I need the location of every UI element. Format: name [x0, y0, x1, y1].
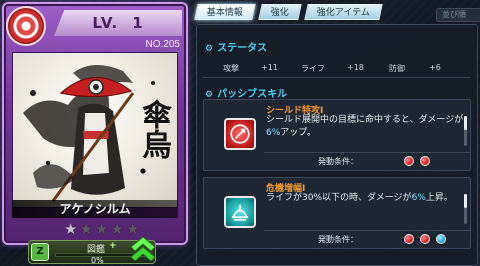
skill-condition: 発動条件：: [264, 230, 470, 246]
shield-strike-icon: [224, 118, 256, 150]
skill-description: ライフが30%以下の時、ダメージが6%上昇。: [266, 192, 466, 205]
status-heading-text: ステータス: [217, 43, 268, 54]
skill-desc-text: 上昇。: [425, 193, 453, 203]
skill-scrollbar[interactable]: [464, 194, 467, 224]
skill-desc-text: ライフが30%以下の時、ダメージが: [266, 193, 412, 203]
star-icon: ★: [79, 220, 93, 238]
stat-attack-label: 攻撃: [223, 64, 239, 73]
calligraphy-top: 傘: [136, 99, 171, 129]
skill-scrollbar[interactable]: [464, 116, 467, 146]
card-level: LV. 1: [54, 10, 182, 36]
passive-heading: ⚙ パッシブスキル: [205, 85, 287, 100]
red-orb-icon: [420, 234, 430, 244]
blue-orb-icon: [436, 234, 446, 244]
detail-panel: ⚙ ステータス 攻撃 +11 ライフ +18 防御 +6 ⚙ パッシブスキル シール…: [196, 24, 478, 266]
skill-desc-highlight: 6%: [411, 193, 426, 203]
calligraphy-bottom: 烏: [136, 129, 171, 159]
collection-button[interactable]: Z 図鑑 + 0%: [28, 236, 156, 265]
tab-label: 強化: [270, 8, 289, 18]
card-number: NO.205: [145, 39, 180, 50]
stat-attack-value: +11: [261, 63, 278, 72]
stat-defense-value: +6: [429, 63, 441, 72]
status-heading: ⚙ ステータス: [205, 39, 267, 54]
level-label: LV.: [92, 14, 119, 32]
star-icon: ★: [110, 220, 124, 238]
skill-condition: 発動条件：: [264, 152, 470, 168]
tab-label: 強化アイテム: [316, 8, 370, 18]
skill-desc-text: アップ。: [280, 128, 317, 138]
card-calligraphy: 傘烏: [135, 99, 171, 159]
tab-bar: 基本情報 強化 強化アイテム: [194, 4, 383, 20]
sort-order-button[interactable]: 並び順: [436, 8, 480, 22]
scroll-thumb[interactable]: [464, 194, 467, 208]
character-art: 傘烏: [12, 52, 178, 208]
character-card[interactable]: LV. 1 NO.205 傘烏 アケノシルム ★ ★ ★ ★ ★: [2, 2, 188, 245]
tab-basic-info[interactable]: 基本情報: [194, 4, 256, 20]
divider: [203, 77, 471, 78]
crisis-boost-icon: [224, 196, 256, 228]
condition-label: 発動条件：: [318, 157, 358, 166]
scroll-thumb[interactable]: [464, 116, 467, 130]
level-value: 1: [132, 14, 144, 32]
red-orb-icon: [404, 156, 414, 166]
character-name: アケノシルム: [12, 200, 178, 218]
shield-strike-glyph: [230, 124, 250, 144]
tab-enhance[interactable]: 強化: [258, 4, 302, 20]
gear-icon: ⚙: [205, 44, 214, 54]
red-orb-icon: [420, 156, 430, 166]
red-orb-icon: [404, 234, 414, 244]
stat-life-value: +18: [347, 63, 364, 72]
stat-life-label: ライフ: [301, 64, 325, 73]
skill-description: シールド展開中の目標に命中すると、ダメージが 6%アップ。: [266, 114, 466, 140]
collection-percent: 0%: [91, 256, 104, 265]
element-emblem-icon: [6, 6, 46, 46]
passive-skill-card[interactable]: 危機増幅Ⅰ ライフが30%以下の時、ダメージが6%上昇。 発動条件：: [203, 177, 471, 249]
level-up-chevrons-icon: [130, 236, 156, 261]
tab-enhance-items[interactable]: 強化アイテム: [304, 4, 383, 20]
condition-label: 発動条件：: [318, 235, 358, 244]
tab-label: 基本情報: [206, 8, 243, 18]
skill-desc-text: シールド展開中の目標に命中すると、ダメージが: [266, 115, 464, 125]
skill-desc-highlight: 6%: [266, 128, 281, 138]
star-icon: ★: [64, 220, 78, 238]
star-icon: ★: [94, 220, 109, 238]
collection-icon: Z: [31, 243, 49, 261]
stat-defense-label: 防御: [389, 64, 405, 73]
collection-plus: +: [109, 241, 117, 251]
crisis-boost-glyph: [231, 205, 249, 221]
passive-skill-card[interactable]: シールド特攻Ⅰ シールド展開中の目標に命中すると、ダメージが6%アップ。 発動条…: [203, 99, 471, 171]
